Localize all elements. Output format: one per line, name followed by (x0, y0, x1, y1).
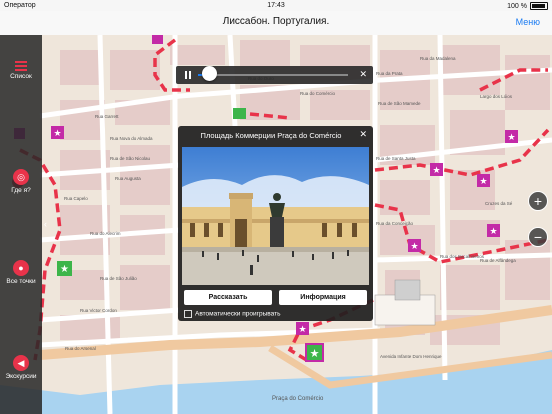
autoplay-option[interactable]: Автоматически проигрывать (184, 310, 281, 318)
svg-text:★: ★ (489, 226, 497, 236)
battery-icon (530, 2, 548, 10)
label-r19: Rua Augusta (115, 176, 141, 181)
sidebar-item-label: Список (10, 73, 32, 80)
label-r7: Rua Victor Cordon (80, 308, 117, 313)
list-icon (15, 61, 27, 71)
label-r14: Rua Nova do Almada (110, 136, 153, 141)
page-title: Лиссабон. Португалия. (222, 16, 330, 27)
audio-progress-knob[interactable] (202, 66, 217, 81)
label-r11: Largo dos Lóios (480, 94, 513, 99)
label-r17: Rua dos Bacalhoeiros (440, 254, 485, 259)
zoom-out-button[interactable]: − (528, 227, 548, 247)
close-icon[interactable]: ✕ (359, 129, 367, 140)
poi-popup: Площадь Коммерции Praça do Comércio ✕ Ра… (178, 126, 373, 321)
sidebar-collapse-button[interactable]: ‹ (44, 219, 47, 229)
audio-player: ✕ (176, 66, 373, 84)
label-r22: Rua de Alfândega (480, 258, 516, 263)
sidebar-item-tours[interactable]: ◀ Экскурсии (0, 355, 42, 380)
label-r5: Rua da Prata (376, 71, 403, 76)
label-r10: Praça do Comércio (272, 396, 324, 402)
clock: 17:43 (267, 2, 285, 9)
poi-photo (182, 147, 369, 285)
label-r9: Avenida Infante Dom Henrique (380, 354, 442, 359)
close-icon[interactable]: ✕ (359, 69, 367, 80)
zoom-in-button[interactable]: + (528, 191, 548, 211)
locate-icon: ◎ (13, 169, 29, 185)
svg-text:★: ★ (53, 128, 61, 138)
audio-progress-track[interactable] (198, 74, 348, 76)
label-r1: Rua Garrett (95, 114, 119, 119)
sidebar-item-all-points[interactable]: ● Все точки (0, 260, 42, 285)
label-r18: Rua do Comércio (300, 91, 336, 96)
svg-text:★: ★ (432, 165, 440, 175)
label-r6: Rua da Madalena (420, 56, 456, 61)
audio-tour-icon: ◀ (13, 355, 29, 371)
label-r3: Rua do Alecrim (90, 231, 121, 236)
label-r8: Rua do Arsenal (65, 346, 96, 351)
svg-text:★: ★ (410, 241, 418, 251)
tell-button[interactable]: Рассказать (184, 290, 272, 305)
svg-text:★: ★ (310, 348, 320, 360)
sidebar-item-label: Все точки (6, 278, 36, 285)
svg-text:★: ★ (479, 176, 487, 186)
label-r13: Rua de São Mamede (378, 101, 421, 106)
sidebar-item-label: Где я? (11, 187, 31, 194)
sidebar: Список ◎ Где я? ● Все точки ◀ Экскурсии (0, 35, 42, 414)
label-r20: Rua de Santa Justa (376, 156, 416, 161)
svg-text:★: ★ (298, 324, 306, 334)
svg-text:★: ★ (60, 264, 69, 275)
status-bar: Оператор 17:43 100 % (0, 0, 552, 11)
svg-text:★: ★ (507, 132, 515, 142)
label-r2: Rua Capelo (64, 196, 88, 201)
sidebar-item-label: Экскурсии (5, 373, 37, 380)
pin-icon: ● (13, 260, 29, 276)
label-r21: Rua da Conceição (376, 221, 414, 226)
autoplay-checkbox[interactable] (184, 310, 192, 318)
label-r15: Rua de São Nicolau (110, 156, 151, 161)
popup-title: Площадь Коммерции Praça do Comércio (200, 131, 342, 140)
menu-button[interactable]: Меню (516, 17, 540, 27)
navigation-bar: Лиссабон. Португалия. Меню (0, 11, 552, 36)
battery-indicator: 100 % (507, 2, 548, 10)
sidebar-item-where-am-i[interactable]: ◎ Где я? (0, 169, 42, 194)
label-r16: Rua de São Julião (100, 276, 137, 281)
info-button[interactable]: Информация (279, 290, 367, 305)
sidebar-item-list[interactable]: Список (0, 61, 42, 80)
plaza-building-2 (394, 279, 421, 301)
autoplay-label: Автоматически проигрывать (195, 310, 281, 318)
pause-icon[interactable] (185, 71, 191, 79)
battery-percent: 100 % (507, 2, 527, 10)
label-r12: Cruzes da Sé (485, 201, 513, 206)
